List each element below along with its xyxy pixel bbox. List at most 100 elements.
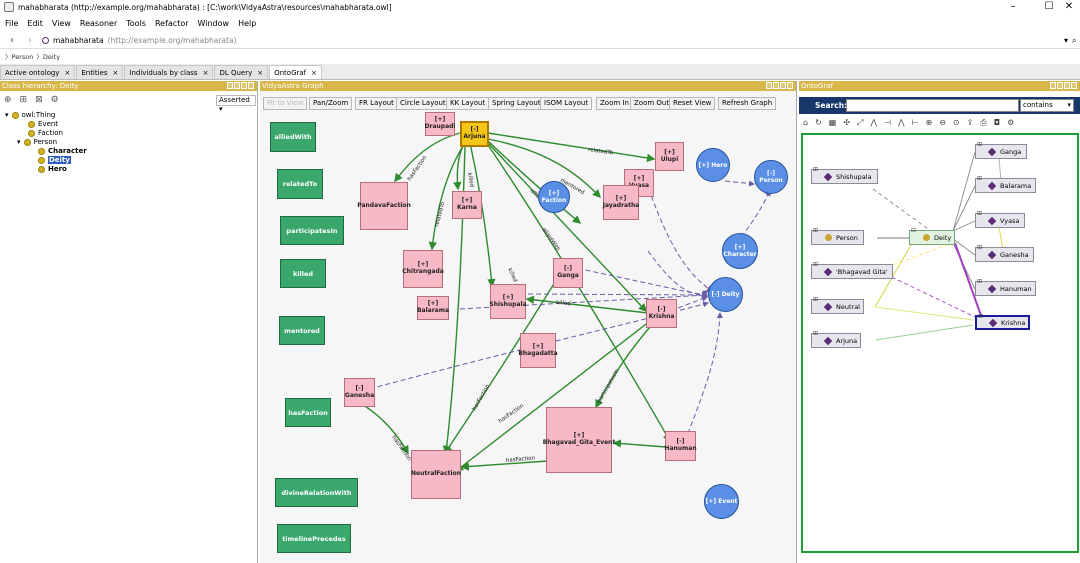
settings-icon[interactable]: ⚙ [1007, 118, 1014, 128]
ontograf-node-bhagavad-gita[interactable]: ⊞ 'Bhagavad Gita' [811, 261, 893, 279]
tab-entities[interactable]: Entities × [76, 65, 124, 79]
property-timeline-precedes[interactable]: timelinePrecedes [277, 524, 351, 553]
property-divine-relation-with[interactable]: divineRelationWith [275, 478, 358, 507]
zoom-out-icon[interactable]: ⊖ [939, 118, 946, 128]
delete-class-icon[interactable]: ⊠ [35, 95, 43, 105]
node-bhagadatta[interactable]: [+] Bhagadatta [518, 333, 558, 368]
class-node-faction[interactable]: [+] Faction [538, 181, 570, 213]
class-node-event[interactable]: [+] Event [704, 484, 739, 519]
grid-layout-icon[interactable]: ▦ [829, 118, 837, 128]
expand-icon[interactable]: ⊞ [977, 175, 982, 182]
ontograf-node-arjuna[interactable]: ⊞ Arjuna [811, 330, 861, 348]
menu-file[interactable]: File [5, 19, 18, 28]
ontograf-node-ganesha[interactable]: ⊞ Ganesha [975, 244, 1034, 262]
node-pandava-faction[interactable]: PandavaFaction [357, 182, 411, 230]
ontograf-node-hanuman[interactable]: ⊞ Hanuman [975, 278, 1036, 296]
chevron-down-icon[interactable]: ▾ [1064, 36, 1068, 45]
add-sibling-icon[interactable]: ⊞ [20, 95, 28, 105]
node-shishupala[interactable]: [+] Shishupala [489, 284, 527, 319]
node-arjuna[interactable]: [-] Arjuna [460, 121, 489, 147]
tree-node-character[interactable]: Character [38, 147, 87, 155]
menu-refactor[interactable]: Refactor [155, 19, 189, 28]
property-mentored[interactable]: mentored [279, 316, 325, 345]
tab-ontograf[interactable]: OntoGraf × [269, 65, 323, 79]
property-related-to[interactable]: relatedTo [277, 169, 323, 199]
expand-icon[interactable]: ⊞ [813, 227, 818, 234]
tree-node-faction[interactable]: Faction [28, 129, 63, 137]
tree-node-owl-thing[interactable]: ▾ owl:Thing [5, 111, 55, 119]
print-icon[interactable]: ⎙ [980, 118, 986, 128]
property-allied-with[interactable]: alliedWith [270, 122, 316, 152]
class-node-person[interactable]: [-] Person [754, 160, 788, 194]
node-neutral-faction[interactable]: NeutralFaction [411, 450, 461, 499]
home-icon[interactable]: ⌂ [803, 118, 808, 128]
ontograf-node-vyasa[interactable]: ⊞ Vyasa [975, 210, 1025, 228]
close-icon[interactable]: × [113, 69, 119, 77]
tab-dl-query[interactable]: DL Query × [214, 65, 269, 79]
menu-window[interactable]: Window [198, 19, 230, 28]
expand-icon[interactable]: ⊞ [813, 166, 818, 173]
ontograf-node-krishna[interactable]: ⊞ Krishna [975, 313, 1030, 330]
expand-icon[interactable]: ⊞ [813, 261, 818, 268]
node-hanuman[interactable]: [-] Hanuman [664, 431, 697, 461]
search-input[interactable] [846, 99, 1019, 112]
class-node-hero[interactable]: [+] Hero [696, 148, 730, 182]
radial-layout-icon[interactable]: ✣ [843, 118, 850, 128]
ontograf-node-shishupala[interactable]: ⊞ Shishupala [811, 166, 878, 184]
close-icon[interactable]: × [64, 69, 70, 77]
expand-icon[interactable]: ⊞ [813, 330, 818, 337]
close-window-button[interactable]: ✕ [1056, 0, 1080, 14]
tree-node-event[interactable]: Event [28, 120, 58, 128]
expand-icon[interactable]: ⊞ [977, 210, 982, 217]
tab-active-ontology[interactable]: Active ontology × [0, 65, 76, 79]
close-icon[interactable]: × [257, 69, 263, 77]
node-ganga[interactable]: [-] Ganga [553, 258, 583, 288]
tree-layout-icon[interactable]: ⋀ [870, 118, 877, 128]
tab-individuals-by-class[interactable]: Individuals by class × [124, 65, 214, 79]
expand-icon[interactable]: ⊞ [978, 313, 983, 320]
property-killed[interactable]: killed [280, 259, 326, 288]
expand-icon[interactable]: ⊟ [911, 227, 916, 234]
vertical-tree-icon[interactable]: ⋀ [898, 118, 905, 128]
spring-layout-icon[interactable]: ⤢ [857, 118, 863, 128]
node-draupadi[interactable]: [+] Draupadi [425, 112, 456, 136]
class-node-character[interactable]: [+] Character [722, 233, 758, 269]
expand-icon[interactable]: ⊞ [977, 278, 982, 285]
property-has-faction[interactable]: hasFaction [285, 398, 331, 427]
property-participates-in[interactable]: participatesIn [280, 216, 344, 245]
tree-toggle-icon[interactable]: ▾ [5, 111, 9, 119]
menu-tools[interactable]: Tools [126, 19, 146, 28]
node-balarama[interactable]: [+] Balarama [417, 296, 449, 320]
search-icon[interactable]: ⌕ [1072, 36, 1076, 46]
tree-horizontal-icon[interactable]: ⊣ [884, 118, 891, 128]
ontograf-node-neutral[interactable]: ⊞ Neutral [811, 296, 864, 314]
class-node-deity[interactable]: [-] Deity [708, 277, 743, 312]
expand-icon[interactable]: ⊞ [977, 141, 982, 148]
ontograf-node-balarama[interactable]: ⊞ Balarama [975, 175, 1036, 193]
back-icon[interactable]: ‹ [10, 35, 14, 46]
panel-controls[interactable] [1050, 82, 1077, 89]
settings-icon[interactable]: ⚙ [51, 95, 59, 105]
snapshot-icon[interactable]: ◘ [994, 118, 1000, 128]
panel-controls[interactable] [227, 82, 254, 89]
add-subclass-icon[interactable]: ⊕ [4, 95, 12, 105]
menu-edit[interactable]: Edit [27, 19, 43, 28]
menu-help[interactable]: Help [238, 19, 256, 28]
node-chitrangada[interactable]: [+] Chitrangada [402, 250, 444, 288]
export-icon[interactable]: ⇪ [967, 118, 974, 128]
tree-node-hero[interactable]: Hero [38, 165, 67, 173]
node-bhagavad-gita-event[interactable]: [+] Bhagavad_Gita_Event [543, 407, 615, 473]
node-jayadratha[interactable]: [+] Jayadratha [603, 185, 639, 220]
ontograf-node-deity[interactable]: ⊟ Deity [909, 227, 955, 245]
match-mode-select[interactable]: contains ▾ [1020, 99, 1074, 112]
node-karna[interactable]: [+] Karna [452, 191, 482, 219]
refresh-icon[interactable]: ↻ [815, 118, 822, 128]
menu-view[interactable]: View [52, 19, 71, 28]
ontograf-canvas[interactable]: ⊞ Shishupala ⊞ Person ⊞ 'Bhagavad Gita' ⊞ Ne… [801, 133, 1079, 553]
close-icon[interactable]: × [311, 69, 317, 77]
node-ganesha[interactable]: [-] Ganesha [344, 378, 375, 407]
zoom-fit-icon[interactable]: ⊙ [953, 118, 960, 128]
expand-icon[interactable]: ⊞ [813, 296, 818, 303]
tree-toggle-icon[interactable]: ▾ [17, 138, 21, 146]
forward-icon[interactable]: › [28, 35, 32, 46]
